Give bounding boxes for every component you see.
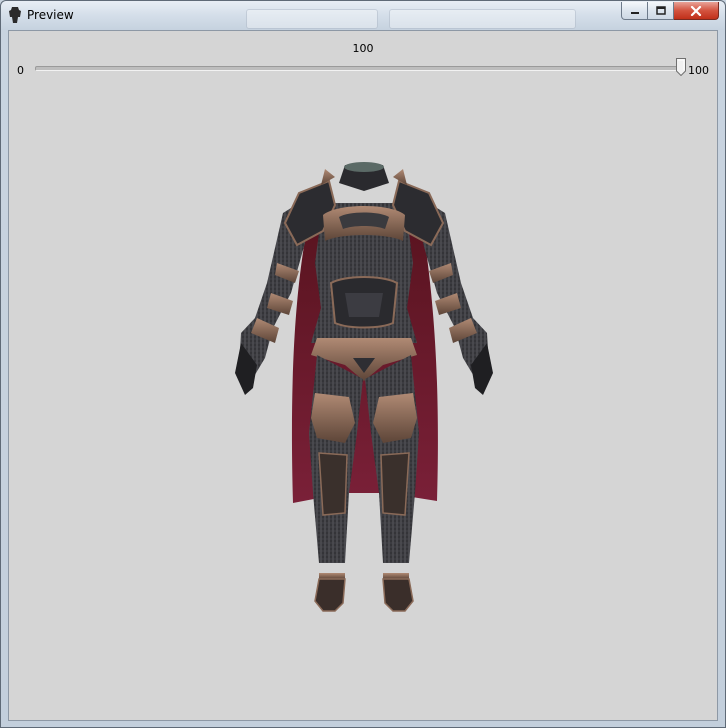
- armor-figure-icon: [9, 7, 21, 23]
- background-window-glimpse: [246, 9, 378, 29]
- slider-max-label: 100: [688, 64, 709, 77]
- title-bar[interactable]: Preview: [1, 1, 725, 30]
- background-window-glimpse: [389, 9, 576, 29]
- maximize-icon: [655, 6, 666, 15]
- armor-model-preview[interactable]: [227, 133, 501, 613]
- window-title: Preview: [27, 8, 74, 22]
- close-button[interactable]: [674, 2, 719, 20]
- maximize-button[interactable]: [648, 2, 674, 20]
- preview-panel: 100 0 100: [8, 30, 718, 721]
- close-icon: [690, 5, 702, 16]
- slider-thumb[interactable]: [676, 58, 686, 76]
- slider-min-label: 0: [17, 64, 24, 77]
- slider-value-label: 100: [352, 42, 374, 55]
- weight-slider[interactable]: [35, 66, 681, 71]
- preview-window: Preview 100 0 100: [0, 0, 726, 728]
- window-controls: [621, 2, 719, 21]
- minimize-icon: [630, 11, 639, 14]
- minimize-button[interactable]: [621, 2, 648, 20]
